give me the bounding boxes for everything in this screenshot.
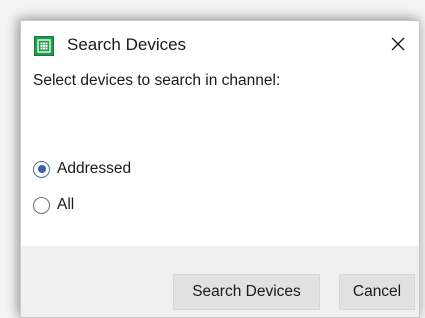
prompt-label: Select devices to search in channel: xyxy=(33,72,281,89)
radio-addressed[interactable]: Addressed xyxy=(33,160,131,178)
cancel-button[interactable]: Cancel xyxy=(339,274,415,310)
radio-button-selected[interactable] xyxy=(33,160,50,178)
search-devices-button[interactable]: Search Devices xyxy=(173,274,320,310)
dialog-title: Search Devices xyxy=(67,35,187,54)
grid-app-icon xyxy=(34,36,54,56)
backdrop: Search Devices Select devices to search … xyxy=(0,0,425,318)
radio-all[interactable]: All xyxy=(33,196,74,214)
radio-button-unselected[interactable] xyxy=(33,196,50,214)
radio-label-addressed: Addressed xyxy=(57,160,132,177)
close-button[interactable] xyxy=(383,31,413,61)
radio-label-all: All xyxy=(57,196,75,213)
dialog-footer: Search Devices Cancel xyxy=(21,246,419,317)
search-devices-dialog: Search Devices Select devices to search … xyxy=(20,20,420,318)
close-icon xyxy=(390,36,406,57)
title-bar: Search Devices xyxy=(21,21,419,73)
